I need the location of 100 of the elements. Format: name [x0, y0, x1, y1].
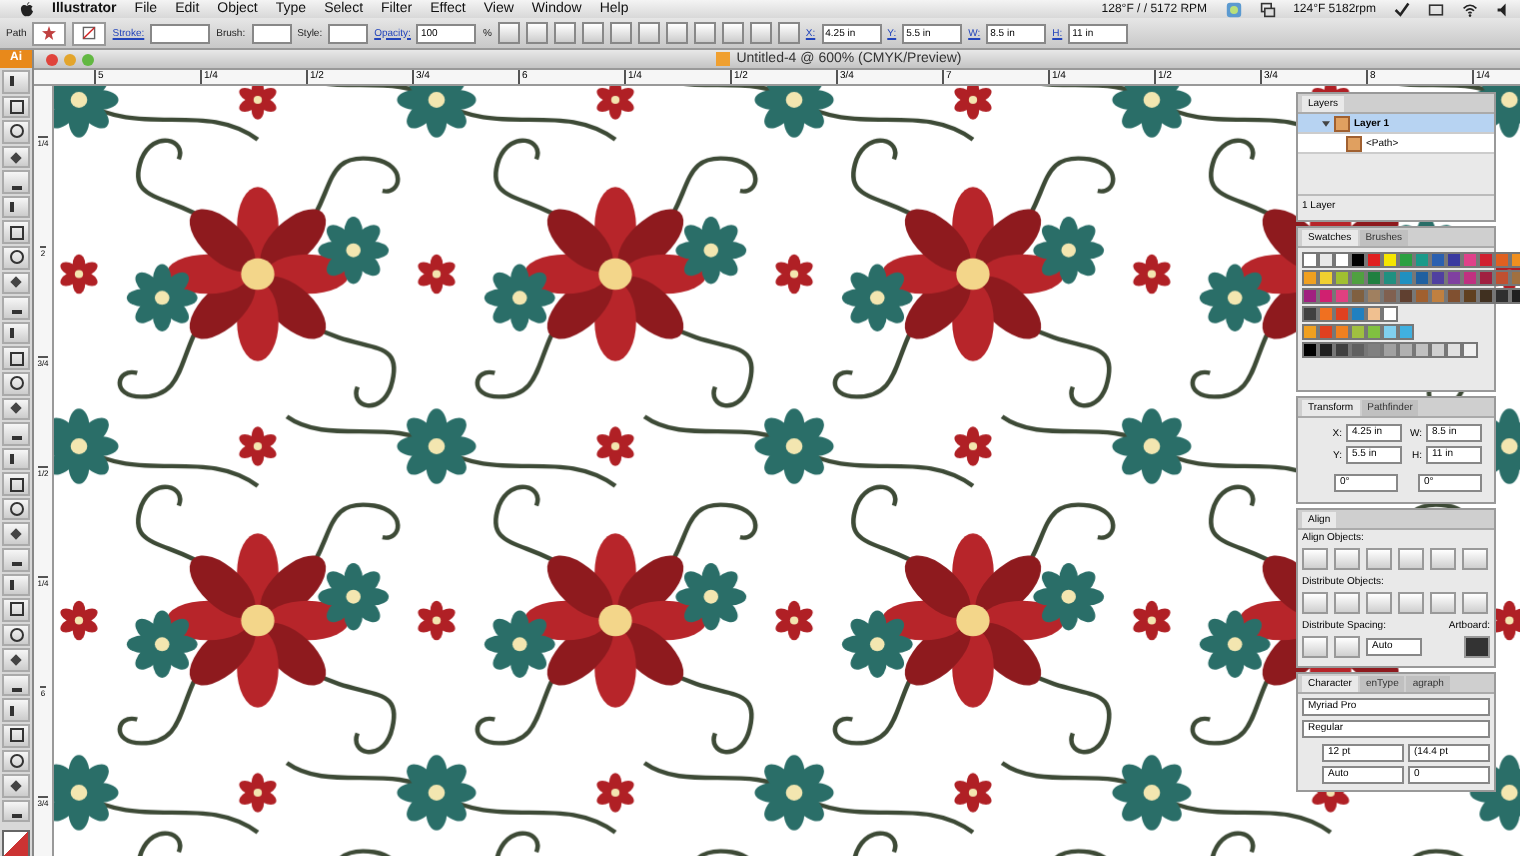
tool-button[interactable] [2, 799, 30, 823]
color-swatch[interactable] [1430, 342, 1446, 358]
color-swatch[interactable] [1350, 288, 1366, 304]
color-swatch[interactable] [1366, 288, 1382, 304]
align-toolbar-icon[interactable] [497, 22, 520, 44]
align-toolbar-icon[interactable] [553, 22, 576, 44]
tool-button[interactable] [2, 271, 30, 295]
tool-button[interactable] [2, 170, 30, 194]
align-button[interactable] [1430, 548, 1456, 570]
color-swatch[interactable] [1350, 270, 1366, 286]
align-button[interactable] [1462, 548, 1488, 570]
align-button[interactable] [1398, 548, 1424, 570]
color-swatch[interactable] [1462, 342, 1478, 358]
color-swatch[interactable] [1302, 306, 1318, 322]
zoom-button[interactable] [82, 53, 94, 65]
color-swatch[interactable] [1366, 270, 1382, 286]
color-swatch[interactable] [1430, 252, 1446, 268]
color-swatch[interactable] [1414, 270, 1430, 286]
minimize-button[interactable] [64, 53, 76, 65]
tool-button[interactable] [2, 447, 30, 471]
apple-logo-icon[interactable] [20, 1, 34, 17]
artboard-button[interactable] [1464, 636, 1490, 658]
wifi-icon[interactable] [1462, 1, 1478, 17]
color-swatch[interactable] [1334, 306, 1350, 322]
tool-button[interactable] [2, 95, 30, 119]
align-toolbar-icon[interactable] [721, 22, 744, 44]
color-swatch[interactable] [1382, 306, 1398, 322]
align-button[interactable] [1366, 592, 1392, 614]
color-swatch[interactable] [1446, 252, 1462, 268]
fan-icon[interactable] [1225, 1, 1242, 17]
align-button[interactable] [1334, 548, 1360, 570]
align-button[interactable] [1334, 592, 1360, 614]
color-swatch[interactable] [1318, 324, 1334, 340]
close-button[interactable] [46, 53, 58, 65]
reference-point-icon[interactable] [777, 22, 800, 44]
tool-button[interactable] [2, 648, 30, 672]
color-swatch[interactable] [1350, 324, 1366, 340]
color-swatch[interactable] [1302, 324, 1318, 340]
align-toolbar-icon[interactable] [525, 22, 548, 44]
color-swatch[interactable] [1414, 342, 1430, 358]
align-button[interactable] [1334, 636, 1360, 658]
tool-button[interactable] [2, 120, 30, 144]
color-swatch[interactable] [1478, 270, 1494, 286]
tool-button[interactable] [2, 321, 30, 345]
color-swatch[interactable] [1318, 342, 1334, 358]
checkmark-icon[interactable] [1394, 1, 1410, 17]
color-swatch[interactable] [1478, 252, 1494, 268]
color-swatch[interactable] [1462, 252, 1478, 268]
align-button[interactable] [1366, 548, 1392, 570]
color-swatch[interactable] [1318, 270, 1334, 286]
color-swatch[interactable] [1366, 342, 1382, 358]
color-swatch[interactable] [1302, 288, 1318, 304]
color-swatch[interactable] [1494, 252, 1510, 268]
color-swatch[interactable] [1494, 288, 1510, 304]
align-button[interactable] [1462, 592, 1488, 614]
align-button[interactable] [1430, 592, 1456, 614]
windows-icon[interactable] [1259, 1, 1276, 17]
color-swatch[interactable] [1302, 342, 1318, 358]
color-swatch[interactable] [1398, 288, 1414, 304]
tool-button[interactable] [2, 246, 30, 270]
disclosure-triangle-icon[interactable] [1322, 119, 1330, 127]
tool-button[interactable] [2, 673, 30, 697]
tool-button[interactable] [2, 397, 30, 421]
color-swatch[interactable] [1366, 306, 1382, 322]
tool-button[interactable] [2, 346, 30, 370]
color-swatch[interactable] [1334, 342, 1350, 358]
color-swatch[interactable] [1334, 270, 1350, 286]
color-swatch[interactable] [1382, 324, 1398, 340]
style-dropdown[interactable] [328, 23, 369, 43]
tool-button[interactable] [2, 296, 30, 320]
tool-button[interactable] [2, 371, 30, 396]
color-swatch[interactable] [1430, 270, 1446, 286]
color-swatch[interactable] [1478, 288, 1494, 304]
brush-dropdown[interactable] [251, 23, 292, 43]
color-swatch[interactable] [1350, 342, 1366, 358]
align-toolbar-icon[interactable] [693, 22, 716, 44]
tool-button[interactable] [2, 422, 30, 446]
stroke-weight-field[interactable] [150, 23, 211, 43]
color-swatch[interactable] [1350, 252, 1366, 268]
color-swatch[interactable] [1366, 324, 1382, 340]
color-swatch[interactable] [1494, 270, 1510, 286]
tool-button[interactable] [2, 145, 30, 169]
align-toolbar-icon[interactable] [637, 22, 660, 44]
color-swatch[interactable] [1430, 288, 1446, 304]
tool-button[interactable] [2, 522, 30, 546]
color-swatch[interactable] [1318, 252, 1334, 268]
tool-button[interactable] [2, 497, 30, 521]
tool-button[interactable] [2, 547, 30, 572]
color-swatch[interactable] [1462, 288, 1478, 304]
color-swatch[interactable] [1398, 324, 1414, 340]
fill-swatch[interactable] [32, 21, 67, 45]
tool-button[interactable] [2, 195, 30, 219]
stroke-swatch[interactable] [72, 21, 107, 45]
tool-button[interactable] [2, 724, 30, 748]
color-swatch[interactable] [1350, 306, 1366, 322]
tool-button[interactable] [2, 598, 30, 622]
color-swatch[interactable] [1446, 270, 1462, 286]
color-swatch[interactable] [1334, 324, 1350, 340]
display-icon[interactable] [1428, 1, 1444, 17]
align-button[interactable] [1302, 592, 1328, 614]
